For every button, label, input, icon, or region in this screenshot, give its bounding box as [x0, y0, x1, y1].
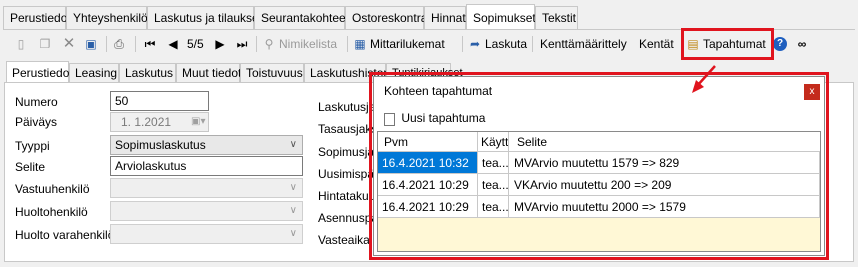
- highlight-arrow: [692, 65, 716, 93]
